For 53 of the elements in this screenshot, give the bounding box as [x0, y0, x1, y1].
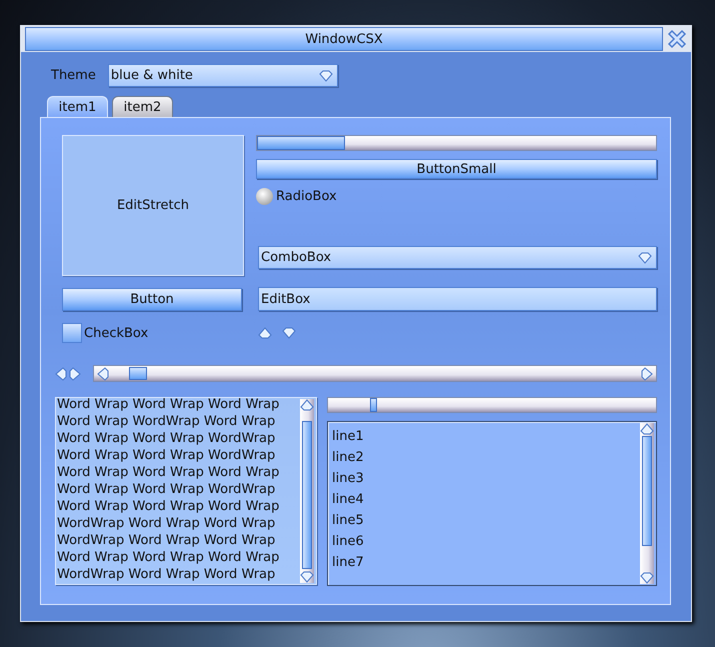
up-arrow-icon[interactable]	[300, 399, 314, 411]
scroll-thumb[interactable]	[642, 436, 652, 546]
radio-label: RadioBox	[276, 189, 337, 204]
tab[interactable]: item2	[112, 96, 173, 117]
text-area[interactable]	[55, 397, 317, 585]
text-line: WordWrap Word Wrap Word Wrap	[57, 515, 276, 532]
dropdown-icon	[638, 252, 652, 264]
list-item[interactable]: line3	[332, 468, 636, 489]
up-arrow-icon[interactable]	[640, 423, 654, 435]
edit-box[interactable]: EditBox	[258, 287, 657, 311]
tab[interactable]: item1	[47, 96, 108, 117]
text-line: Word Wrap Word Wrap WordWrap	[57, 430, 276, 447]
slider-thumb[interactable]	[370, 398, 378, 412]
left-arrow-icon[interactable]	[97, 366, 109, 380]
down-arrow-icon[interactable]	[282, 327, 296, 339]
close-icon[interactable]	[665, 27, 689, 51]
text-line: WordWrap Word Wrap Word Wrap	[57, 532, 276, 549]
text-line: Word Wrap Word Wrap Word Wrap	[57, 398, 280, 413]
edit-stretch-field[interactable]: EditStretch	[62, 135, 244, 276]
slider[interactable]	[327, 397, 657, 413]
list-item[interactable]: line1	[332, 426, 636, 447]
text-line: Word Wrap Word Wrap Word Wrap	[57, 549, 280, 566]
list-item[interactable]: line5	[332, 510, 636, 531]
button[interactable]: Button	[62, 288, 242, 311]
text-line: Word Wrap WordWrap Word Wrap	[57, 413, 276, 430]
list-item[interactable]: line2	[332, 447, 636, 468]
combo-box[interactable]: ComboBox	[258, 246, 657, 269]
left-arrow-icon[interactable]	[55, 366, 67, 380]
right-arrow-icon[interactable]	[69, 366, 81, 380]
window-title: WindowCSX	[25, 27, 663, 51]
scroll-thumb[interactable]	[302, 421, 312, 569]
list-item[interactable]: line4	[332, 489, 636, 510]
down-arrow-icon[interactable]	[640, 572, 654, 584]
text-line: Word Wrap Word Wrap Word Wrap	[57, 498, 280, 515]
horizontal-scrollbar[interactable]	[93, 365, 657, 382]
checkbox[interactable]	[62, 323, 82, 343]
text-line: Word Wrap Word Wrap WordWrap	[57, 481, 276, 498]
theme-label: Theme	[51, 68, 96, 83]
text-line: Word Wrap Word Wrap WordWrap	[57, 447, 276, 464]
theme-dropdown[interactable]: blue & white	[108, 64, 338, 87]
list-box[interactable]: line1 line2 line3 line4 line5 line6 line7	[327, 421, 657, 586]
up-arrow-icon[interactable]	[258, 327, 272, 339]
dropdown-icon	[318, 70, 333, 82]
text-line: WordWrap Word Wrap Word Wrap	[57, 566, 276, 583]
down-arrow-icon[interactable]	[300, 571, 314, 583]
button-small[interactable]: ButtonSmall	[256, 159, 657, 179]
list-item[interactable]: line6	[332, 531, 636, 552]
right-arrow-icon[interactable]	[641, 366, 653, 380]
checkbox-label: CheckBox	[84, 326, 148, 340]
scroll-thumb[interactable]	[129, 367, 147, 380]
text-line: Word Wrap Word Wrap Word Wrap	[57, 464, 280, 481]
radio-button[interactable]	[256, 188, 273, 205]
list-item[interactable]: line7	[332, 552, 636, 573]
